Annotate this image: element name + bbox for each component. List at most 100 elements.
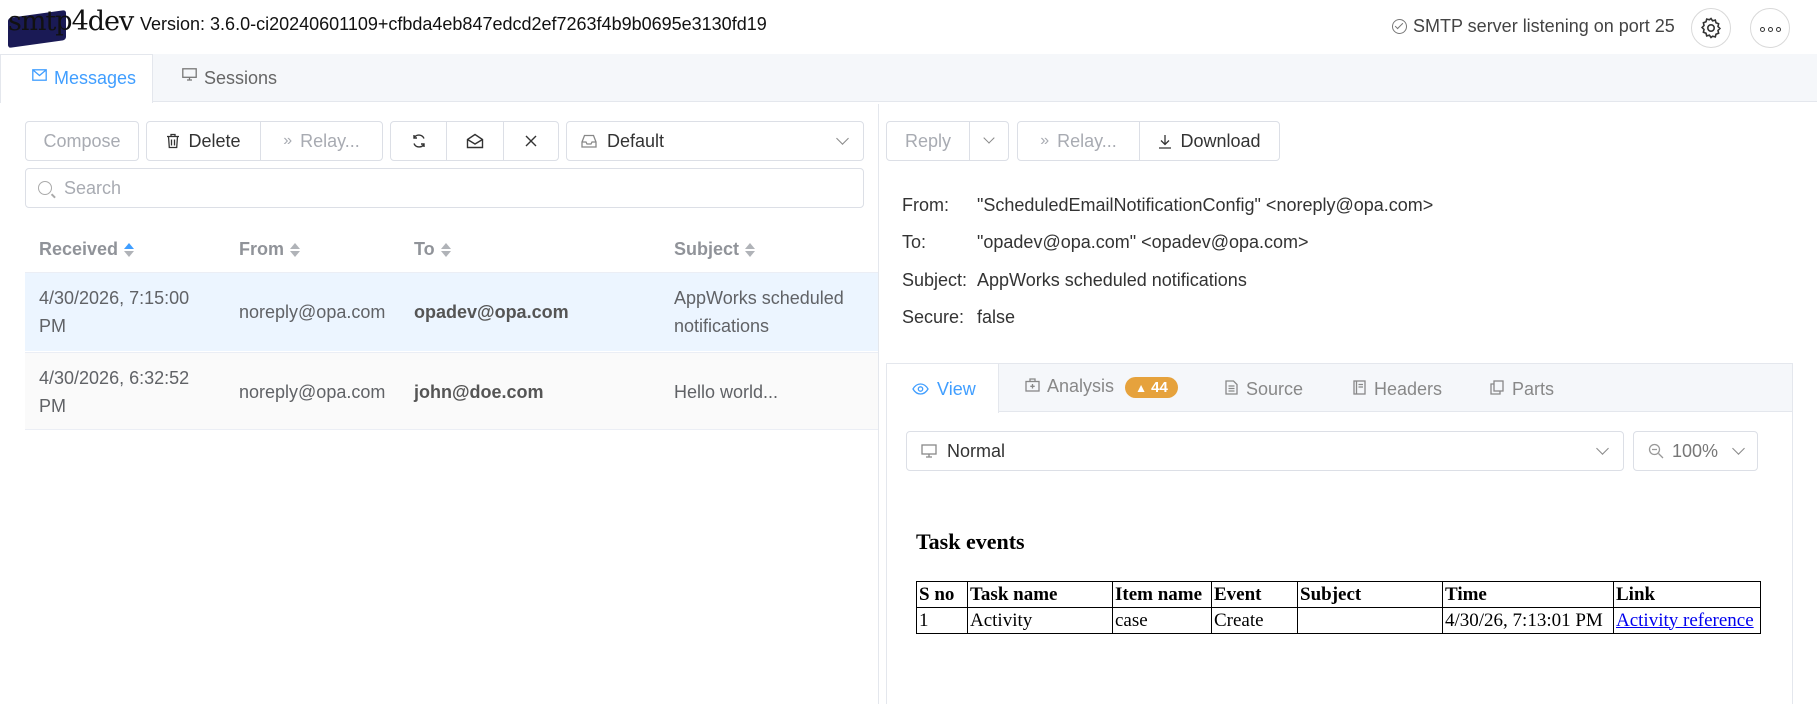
tab-analysis-label: Analysis [1047,376,1115,396]
column-header-label: To [414,239,435,259]
column-header-subject[interactable]: Subject [674,239,756,260]
subject-value: AppWorks scheduled notifications [977,270,1247,290]
subject-line: AppWorks scheduled [674,288,844,308]
email-table-header: Task name [967,581,1113,608]
table-row[interactable]: 4/30/2026, 6:32:52 PM noreply@opa.com jo… [25,352,878,430]
medical-kit-icon [1025,378,1040,392]
eye-icon [912,383,929,395]
email-table-cell: Activity reference [1613,607,1761,634]
monitor-icon [182,68,197,81]
email-task-table: S no Task name Item name Event Subject T… [916,581,1761,634]
relay-button[interactable]: » Relay... [260,121,383,161]
refresh-icon [412,134,425,148]
tab-source-label: Source [1246,379,1304,399]
subject-line: notifications [674,316,770,336]
mailbox-select[interactable]: Default [566,121,864,161]
secure-label: Secure: [902,307,965,327]
delete-label: Delete [188,130,241,151]
cell-received: 4/30/2026, 6:32:52 PM [39,364,189,420]
search-icon [38,181,52,195]
view-mode-value: Normal [947,440,1006,461]
chevron-down-icon [983,132,995,144]
more-options-button[interactable] [1750,8,1790,48]
document-icon [1225,380,1238,395]
email-heading: Task events [916,529,1025,554]
tab-headers-label: Headers [1374,379,1443,399]
table-row[interactable]: 4/30/2026, 7:15:00 PM noreply@opa.com op… [25,273,878,351]
cell-to: opadev@opa.com [414,302,569,322]
email-table-cell: Create [1211,607,1298,634]
compose-button[interactable]: Compose [25,121,139,161]
sort-icon [440,243,451,257]
reply-dropdown-button[interactable] [969,121,1009,161]
double-chevron-right-icon: » [283,132,293,149]
version-text: Version: 3.6.0-ci20240601109+cfbda4eb847… [140,14,767,34]
cell-received: 4/30/2026, 7:15:00 PM [39,284,189,340]
chevron-down-icon [1732,442,1745,455]
tab-parts[interactable]: Parts [1490,379,1554,400]
cell-subject: AppWorks scheduled notifications [674,284,844,340]
view-mode-select[interactable]: Normal [906,431,1624,471]
tab-view-label: View [937,379,976,399]
zoom-select[interactable]: 100% [1633,431,1758,471]
clear-button[interactable] [503,121,559,161]
from-label: From: [902,195,949,215]
refresh-button[interactable] [390,121,447,161]
relay-message-button[interactable]: » Relay... [1017,121,1140,161]
column-header-to[interactable]: To [414,239,451,260]
tab-parts-label: Parts [1512,379,1555,399]
server-status: SMTP server listening on port 25 [1392,16,1675,37]
envelope-icon [32,69,47,81]
tab-analysis[interactable]: Analysis ▲ 44 [1025,376,1178,398]
email-table-header: Time [1442,581,1614,608]
mailbox-value: Default [607,130,665,151]
column-header-from[interactable]: From [239,239,300,260]
email-table-cell: 1 [916,607,968,634]
view-tab-bar [887,364,1792,412]
app-logo: smtp4dev [6,0,134,49]
download-icon [1159,134,1172,149]
logo-text: smtp4dev [8,6,134,37]
column-header-label: Subject [674,239,740,259]
email-table-cell: case [1112,607,1212,634]
cell-subject: Hello world... [674,382,779,402]
received-line: PM [39,316,66,336]
cell-from: noreply@opa.com [239,382,386,402]
trash-icon [167,133,180,149]
email-table-header: Link [1613,581,1761,608]
email-table-header: Subject [1297,581,1443,608]
to-label: To: [902,232,927,252]
check-circle-icon [1392,19,1407,34]
mark-all-read-button[interactable] [446,121,504,161]
cell-to: john@doe.com [414,382,544,402]
relay-label: Relay... [300,130,360,151]
tab-headers[interactable]: Headers [1353,379,1442,400]
book-icon [1353,380,1366,395]
tab-messages[interactable]: Messages [32,68,136,89]
email-table-header-row: S no Task name Item name Event Subject T… [916,581,1761,608]
search-input[interactable]: Search [25,168,864,208]
tab-sessions[interactable]: Sessions [182,68,277,89]
column-header-received[interactable]: Received [39,239,135,260]
analysis-warning-badge: ▲ 44 [1125,377,1178,398]
email-table-cell [1297,607,1443,634]
email-table-row: 1 Activity case Create 4/30/26, 7:13:01 … [916,607,1761,634]
email-table-header: Event [1211,581,1298,608]
download-button[interactable]: Download [1139,121,1280,161]
inbox-icon [581,134,597,148]
analysis-count: 44 [1151,379,1168,396]
double-chevron-right-icon: » [1040,132,1050,149]
zoom-value: 100% [1672,440,1719,461]
tab-source[interactable]: Source [1225,379,1303,400]
delete-button[interactable]: Delete [146,121,261,161]
pane-splitter[interactable] [878,104,879,704]
activity-reference-link[interactable]: Activity reference [1616,610,1754,631]
sort-icon [124,243,135,257]
envelope-open-icon [466,133,484,149]
received-line: 4/30/2026, 6:32:52 [39,368,190,388]
sort-icon [290,243,300,257]
tab-view[interactable]: View [912,379,976,400]
settings-button[interactable] [1691,8,1731,48]
reply-button[interactable]: Reply [886,121,970,161]
server-status-text: SMTP server listening on port 25 [1413,16,1675,36]
